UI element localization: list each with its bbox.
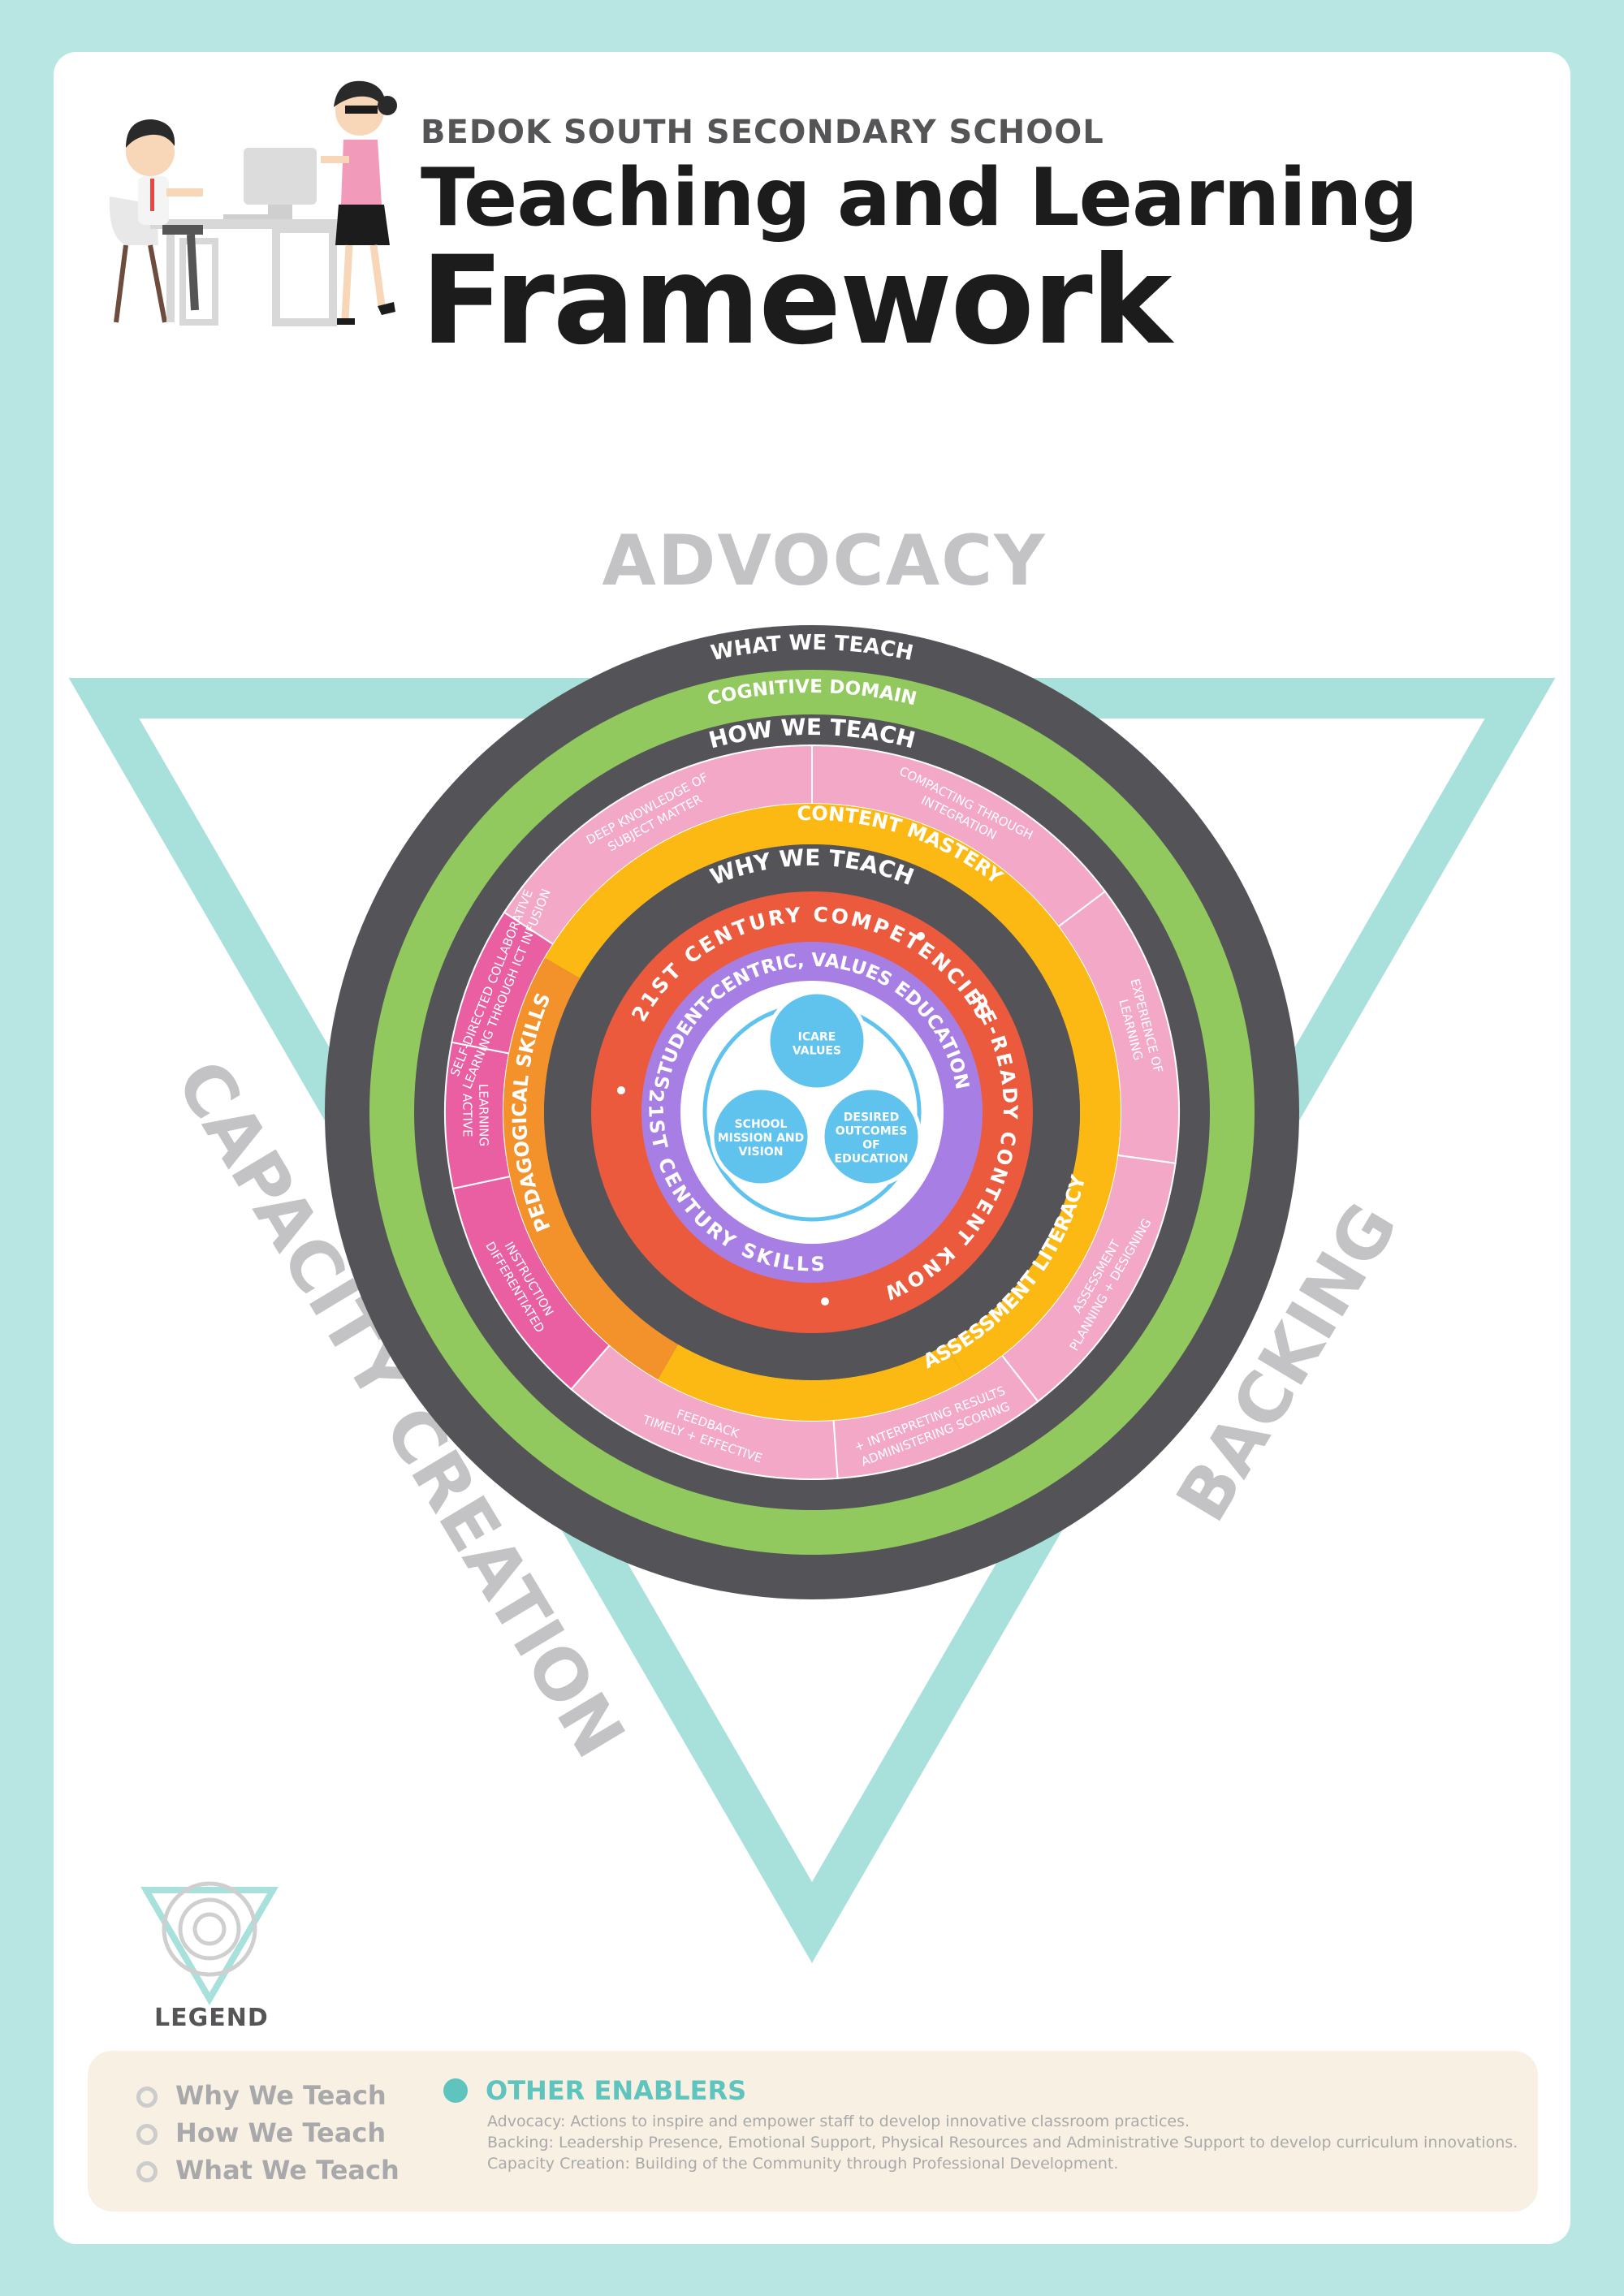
icare-values-label: ICARE xyxy=(798,1031,836,1044)
school-mission-label: SCHOOL xyxy=(735,1118,788,1131)
other-enablers-advocacy: Advocacy: Actions to inspire and empower… xyxy=(487,2113,1190,2130)
legend-box: Why We Teach How We Teach What We Teach … xyxy=(88,2051,1538,2212)
other-enablers-capacity: Capacity Creation: Building of the Commu… xyxy=(487,2155,1119,2173)
pedagogy-segment-label: LEARNING xyxy=(476,1084,491,1146)
separator-dot-3 xyxy=(617,1086,625,1094)
other-enablers-title: OTHER ENABLERS xyxy=(443,2075,746,2106)
desired-outcomes-label: DESIRED xyxy=(844,1111,899,1124)
desired-outcomes-label: OF xyxy=(862,1139,879,1152)
legend-item-what: What We Teach xyxy=(136,2155,400,2186)
ring-icon xyxy=(136,2124,158,2145)
school-mission-label: MISSION AND xyxy=(718,1132,805,1145)
desired-outcomes-label: EDUCATION xyxy=(835,1153,909,1166)
pedagogy-segment-label: ACTIVE xyxy=(460,1094,474,1137)
ring-icon xyxy=(136,2161,158,2182)
framework-diagram: ADVOCACY CAPACITY CREATION BACKING DEEP … xyxy=(0,0,1556,2005)
legend-item-why: Why We Teach xyxy=(136,2080,387,2111)
legend-label: LEGEND xyxy=(154,2004,269,2032)
desired-outcomes-label: OUTCOMES xyxy=(836,1125,908,1138)
other-enablers-backing: Backing: Leadership Presence, Emotional … xyxy=(487,2134,1518,2151)
ring-icon xyxy=(136,2087,158,2108)
advocacy-label: ADVOCACY xyxy=(602,520,1046,602)
school-mission-label: VISION xyxy=(739,1146,784,1159)
separator-dot-1 xyxy=(917,932,925,940)
icare-values-label: VALUES xyxy=(793,1045,841,1058)
dot-icon xyxy=(443,2078,468,2103)
legend-item-how: How We Teach xyxy=(136,2117,386,2148)
legend-icon xyxy=(140,1881,279,2005)
separator-dot-2 xyxy=(821,1297,829,1306)
